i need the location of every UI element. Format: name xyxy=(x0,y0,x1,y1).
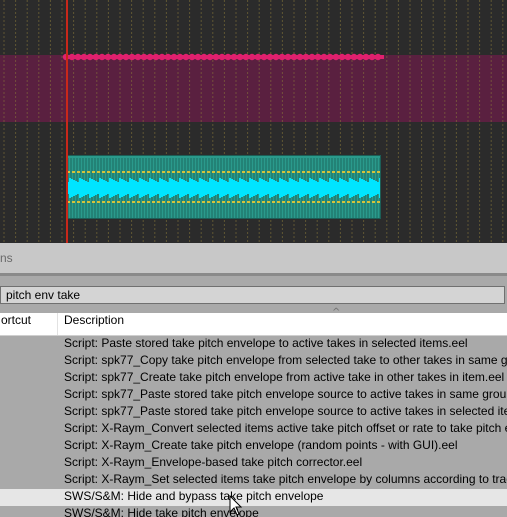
list-item[interactable]: Script: X-Raym_Set selected items take p… xyxy=(0,472,507,489)
arrange-view[interactable] xyxy=(0,0,507,243)
action-description: Script: Paste stored take pitch envelope… xyxy=(64,336,468,350)
list-item[interactable]: Script: X-Raym_Create take pitch envelop… xyxy=(0,438,507,455)
list-item[interactable]: Script: X-Raym_Convert selected items ac… xyxy=(0,421,507,438)
list-item[interactable]: Script: Paste stored take pitch envelope… xyxy=(0,336,507,353)
window-title: ns xyxy=(0,251,13,265)
actions-list[interactable]: Script: Paste stored take pitch envelope… xyxy=(0,336,507,517)
waveform xyxy=(67,158,380,218)
filter-input[interactable] xyxy=(0,286,505,304)
arrow-pointer-icon xyxy=(229,495,243,516)
action-description: Script: spk77_Paste stored take pitch en… xyxy=(64,387,507,401)
column-header-description[interactable]: Description xyxy=(64,313,124,335)
action-description: Script: X-Raym_Create take pitch envelop… xyxy=(64,438,458,452)
divider xyxy=(0,273,507,276)
action-description: Script: X-Raym_Envelope-based take pitch… xyxy=(64,455,363,469)
action-description: Script: X-Raym_Convert selected items ac… xyxy=(64,421,507,435)
sort-ascending-icon: ^ xyxy=(332,307,341,318)
column-header-shortcut[interactable]: ortcut xyxy=(0,313,58,335)
action-description: Script: spk77_Paste stored take pitch en… xyxy=(64,404,507,418)
list-header: ortcut Description ^ xyxy=(0,307,507,336)
action-description: SWS/S&M: Hide and bypass take pitch enve… xyxy=(64,489,324,503)
list-item[interactable]: Script: X-Raym_Envelope-based take pitch… xyxy=(0,455,507,472)
action-description: Script: spk77_Copy take pitch envelope f… xyxy=(64,353,507,367)
list-item[interactable]: Script: spk77_Copy take pitch envelope f… xyxy=(0,353,507,370)
list-item[interactable]: Script: spk77_Paste stored take pitch en… xyxy=(0,387,507,404)
edit-cursor xyxy=(66,0,68,243)
title-bar: ns xyxy=(0,243,507,273)
list-item[interactable]: Script: spk77_Paste stored take pitch en… xyxy=(0,404,507,421)
action-description: Script: spk77_Create take pitch envelope… xyxy=(64,370,505,384)
list-item-selected[interactable]: SWS/S&M: Hide and bypass take pitch enve… xyxy=(0,489,507,506)
media-item[interactable] xyxy=(66,155,381,219)
list-item[interactable]: Script: spk77_Create take pitch envelope… xyxy=(0,370,507,387)
list-item[interactable]: SWS/S&M: Hide take pitch envelope xyxy=(0,506,507,517)
actions-window: ns ortcut Description ^ Script: Paste st… xyxy=(0,243,507,517)
action-description: Script: X-Raym_Set selected items take p… xyxy=(64,472,507,486)
